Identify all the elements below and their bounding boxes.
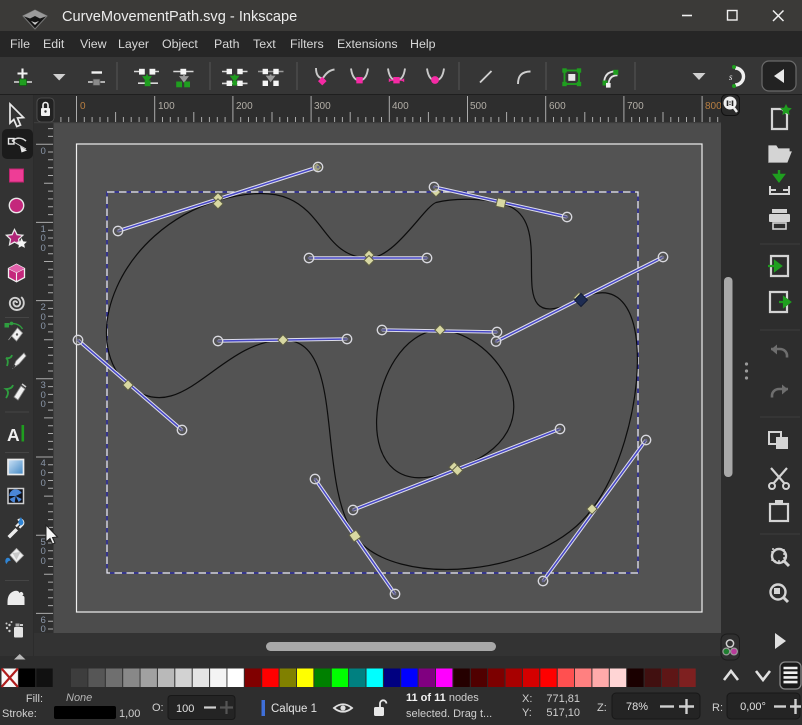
svg-text:A: A — [7, 425, 20, 445]
svg-text:File: File — [10, 37, 30, 51]
svg-text:selected. Drag t...: selected. Drag t... — [406, 708, 492, 720]
svg-text:771,81: 771,81 — [546, 693, 580, 705]
svg-text:200: 200 — [236, 101, 253, 112]
svg-text:None: None — [66, 692, 92, 704]
svg-text:800: 800 — [705, 101, 722, 112]
svg-text:Filters: Filters — [290, 37, 324, 51]
svg-text:0: 0 — [41, 146, 46, 157]
svg-text:0: 0 — [41, 243, 46, 254]
svg-text:O:: O: — [152, 702, 164, 714]
svg-text:View: View — [80, 37, 107, 51]
svg-text:Text: Text — [253, 37, 276, 51]
svg-text:Help: Help — [410, 37, 436, 51]
svg-text:Path: Path — [214, 37, 240, 51]
svg-text:0: 0 — [41, 321, 46, 332]
svg-text:517,10: 517,10 — [546, 707, 580, 719]
svg-text:0: 0 — [41, 478, 46, 489]
svg-text:0: 0 — [80, 101, 86, 112]
svg-text:Calque 1: Calque 1 — [271, 703, 317, 715]
svg-text:300: 300 — [314, 101, 331, 112]
svg-text:78%: 78% — [626, 701, 648, 713]
svg-text:11 of 11 nodes: 11 of 11 nodes — [406, 692, 479, 704]
svg-text:700: 700 — [627, 101, 644, 112]
svg-text:Object: Object — [162, 37, 198, 51]
svg-text:500: 500 — [470, 101, 487, 112]
svg-text:Fill:: Fill: — [26, 693, 43, 705]
svg-text:0: 0 — [41, 556, 46, 567]
svg-text:0: 0 — [41, 399, 46, 410]
svg-text:Layer: Layer — [118, 37, 149, 51]
svg-text:100: 100 — [176, 703, 194, 715]
svg-text:400: 400 — [392, 101, 409, 112]
svg-text:Extensions: Extensions — [337, 37, 398, 51]
svg-text:Edit: Edit — [43, 37, 65, 51]
svg-text:Z:: Z: — [597, 702, 607, 714]
svg-text:1,00: 1,00 — [119, 708, 140, 720]
svg-text:100: 100 — [158, 101, 175, 112]
svg-text:X:: X: — [522, 693, 532, 705]
svg-text:CurveMovementPath.svg - Inksca: CurveMovementPath.svg - Inkscape — [62, 9, 297, 25]
svg-text:s: s — [729, 72, 733, 82]
svg-text:R:: R: — [712, 702, 723, 714]
svg-text:600: 600 — [549, 101, 566, 112]
svg-text:Stroke:: Stroke: — [2, 708, 37, 720]
svg-text:Y:: Y: — [522, 707, 532, 719]
svg-text:0,00°: 0,00° — [740, 701, 766, 713]
